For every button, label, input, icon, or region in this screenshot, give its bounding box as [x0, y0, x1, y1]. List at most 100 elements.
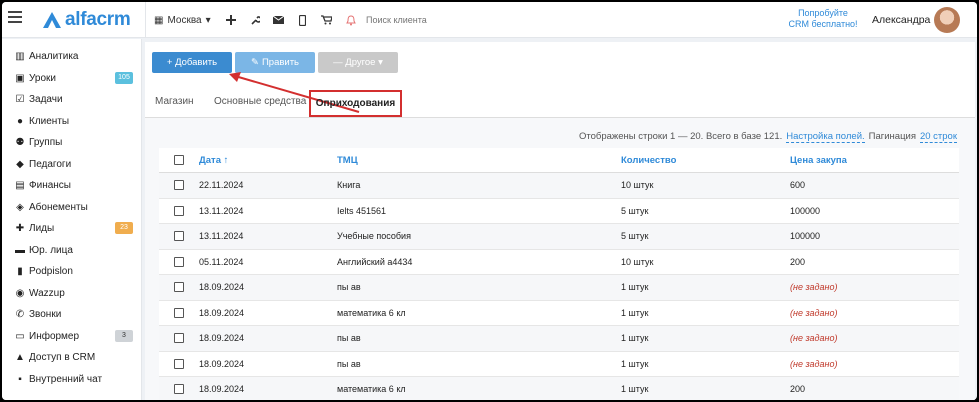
- cell-item[interactable]: математика 6 кл: [337, 384, 621, 394]
- column-header-date[interactable]: Дата ↑: [199, 155, 337, 166]
- sidebar-item[interactable]: ✚ Лиды 23: [2, 218, 142, 239]
- pagination-link[interactable]: 20 строк: [919, 131, 957, 143]
- cell-item[interactable]: Учебные пособия: [337, 231, 621, 241]
- cell-item[interactable]: Книга: [337, 180, 621, 190]
- sidebar-item[interactable]: ▬ Юр. лица: [2, 240, 142, 261]
- row-checkbox[interactable]: [174, 256, 184, 267]
- table-panel: Отображены строки 1 — 20. Всего в базе 1…: [145, 118, 975, 400]
- table-row[interactable]: 18.09.2024 пы ав 1 штук (не задано): [159, 275, 959, 301]
- sidebar-item[interactable]: ▤ Финансы: [2, 175, 142, 196]
- add-button[interactable]: + Добавить: [152, 52, 232, 73]
- search-input[interactable]: [366, 11, 516, 29]
- tab-income-label: Оприходования: [315, 98, 396, 109]
- avatar[interactable]: [934, 7, 960, 33]
- table-row[interactable]: 22.11.2024 Книга 10 штук 600: [159, 173, 959, 199]
- sidebar-item[interactable]: ▭ Информер 3: [2, 326, 142, 347]
- sidebar-item[interactable]: ▣ Уроки 105: [2, 68, 142, 89]
- sidebar-item-label: Финансы: [29, 180, 71, 191]
- sidebar-item[interactable]: ● Клиенты: [2, 111, 142, 132]
- cell-item[interactable]: пы ав: [337, 359, 621, 369]
- row-checkbox[interactable]: [174, 231, 184, 242]
- menu-icon[interactable]: [8, 11, 22, 25]
- cell-quantity: 10 штук: [621, 256, 654, 267]
- user-name[interactable]: Александра: [872, 14, 930, 26]
- sidebar-item-label: Аналитика: [29, 51, 79, 62]
- cell-item[interactable]: математика 6 кл: [337, 308, 621, 318]
- sidebar-item[interactable]: ◉ Wazzup: [2, 283, 142, 304]
- table-row[interactable]: 13.11.2024 Ielts 451561 5 штук 100000: [159, 198, 959, 224]
- city-selector[interactable]: ▦ Москва ▾: [146, 15, 219, 26]
- phone-icon: ✆: [15, 309, 25, 320]
- table-row[interactable]: 18.09.2024 математика 6 кл 1 штук 200: [159, 377, 959, 400]
- sidebar-item[interactable]: ⚉ Группы: [2, 132, 142, 153]
- cart-icon[interactable]: [315, 2, 339, 38]
- sidebar-item-label: Задачи: [29, 94, 63, 105]
- cell-date: 13.11.2024: [199, 231, 244, 242]
- cell-item[interactable]: Английский а4434: [337, 257, 621, 267]
- table-row[interactable]: 18.09.2024 математика 6 кл 1 штук (не задан…: [159, 300, 959, 326]
- tab-shop[interactable]: Магазин: [155, 96, 194, 107]
- tab-fixed-assets[interactable]: Основные средства: [214, 96, 306, 107]
- cell-quantity: 1 штук: [621, 282, 649, 293]
- tab-income[interactable]: Оприходования: [309, 90, 402, 117]
- row-checkbox[interactable]: [174, 180, 184, 191]
- other-button-label: — Другое ▾: [333, 57, 383, 68]
- table-row[interactable]: 18.09.2024 пы ав 1 штук (не задано): [159, 326, 959, 352]
- document-icon: ▮: [17, 266, 23, 277]
- row-checkbox[interactable]: [174, 358, 184, 369]
- row-checkbox[interactable]: [174, 384, 184, 395]
- cell-date: 18.09.2024: [199, 384, 245, 395]
- sidebar-item-label: Podpislon: [29, 266, 73, 277]
- cell-quantity: 1 штук: [621, 358, 649, 369]
- cell-quantity: 10 штук: [621, 180, 654, 191]
- mobile-icon[interactable]: [291, 2, 315, 38]
- sidebar-item-label: Абонементы: [29, 201, 88, 213]
- main-panel: + Добавить ✎ Править — Другое ▾ Магазин О…: [145, 42, 975, 400]
- logo-icon: [43, 12, 61, 28]
- cell-item[interactable]: пы ав: [337, 282, 621, 292]
- table-row[interactable]: 05.11.2024 Английский а4434 10 штук 200: [159, 249, 959, 275]
- cell-price: (не задано): [790, 307, 838, 318]
- cell-quantity: 1 штук: [621, 384, 649, 395]
- sidebar-item[interactable]: ◈ Абонементы: [2, 197, 142, 218]
- row-checkbox[interactable]: [174, 282, 184, 293]
- sidebar-item[interactable]: ✆ Звонки: [2, 304, 142, 325]
- sidebar-item[interactable]: ▲ Доступ в CRM: [2, 347, 142, 368]
- row-checkbox[interactable]: [174, 205, 184, 216]
- row-checkbox[interactable]: [174, 307, 184, 318]
- building-icon: ▦: [154, 14, 164, 26]
- table-row[interactable]: 13.11.2024 Учебные пособия 5 штук 100000: [159, 224, 959, 250]
- plus-icon[interactable]: [219, 2, 243, 38]
- sidebar-item-label: Звонки: [29, 309, 62, 320]
- sidebar-item[interactable]: ▮ Podpislon: [2, 261, 142, 282]
- sidebar-item[interactable]: ▪ Внутренний чат: [2, 369, 142, 390]
- cell-date: 18.09.2024: [199, 358, 245, 369]
- table-header: Дата ↑ ТМЦ Количество Цена закупа: [159, 148, 959, 173]
- select-all-checkbox[interactable]: [174, 155, 184, 165]
- cell-date: 05.11.2024: [199, 256, 244, 267]
- envelope-icon[interactable]: [267, 2, 291, 38]
- top-bar: alfacrm ▦ Москва ▾ Попробуйте CRM беспла…: [2, 2, 977, 38]
- sidebar-item[interactable]: ▥ Аналитика: [2, 46, 142, 67]
- cell-price: 200: [790, 256, 806, 267]
- sidebar-item[interactable]: ◆ Педагоги: [2, 154, 142, 175]
- cell-item[interactable]: Ielts 451561: [337, 206, 621, 216]
- edit-button-label: Править: [261, 57, 300, 68]
- chat-icon: ▪: [18, 373, 22, 385]
- logo[interactable]: alfacrm: [42, 9, 131, 30]
- bell-icon[interactable]: [339, 2, 363, 38]
- sidebar-item[interactable]: ☑ Задачи: [2, 89, 142, 110]
- wrench-icon[interactable]: [243, 2, 267, 38]
- cell-date: 13.11.2024: [199, 205, 244, 216]
- cell-price: (не задано): [790, 333, 838, 344]
- trial-link[interactable]: Попробуйте CRM бесплатно!: [778, 8, 868, 30]
- column-header-price[interactable]: Цена закупа: [790, 155, 959, 166]
- column-header-item[interactable]: ТМЦ: [337, 155, 621, 166]
- app-window: alfacrm ▦ Москва ▾ Попробуйте CRM беспла…: [2, 2, 977, 400]
- city-label: Москва: [167, 14, 202, 26]
- row-checkbox[interactable]: [174, 333, 184, 344]
- cell-item[interactable]: пы ав: [337, 333, 621, 343]
- column-header-quantity[interactable]: Количество: [621, 155, 790, 166]
- field-settings-link[interactable]: Настройка полей.: [786, 131, 865, 143]
- table-row[interactable]: 18.09.2024 пы ав 1 штук (не задано): [159, 351, 959, 377]
